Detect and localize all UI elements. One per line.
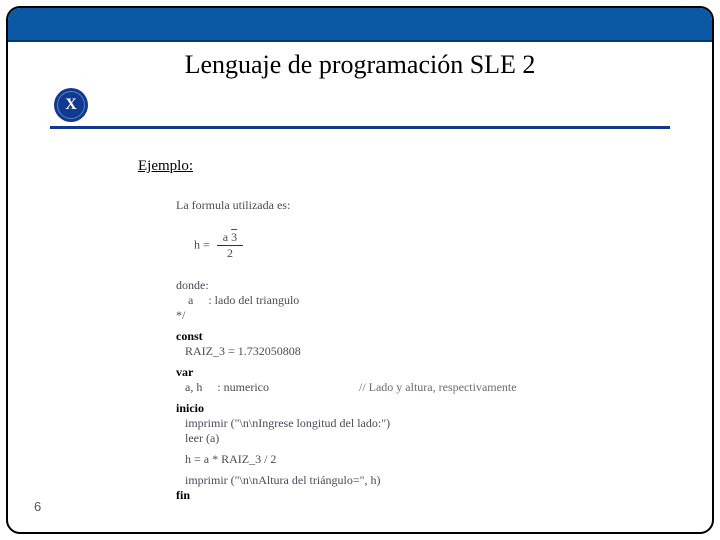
stmt-leer: leer (a) xyxy=(176,431,636,446)
comment-where: donde: xyxy=(176,278,636,293)
var-decl-comment: // Lado y altura, respectivamente xyxy=(359,380,517,394)
page-number: 6 xyxy=(34,499,41,514)
slide-frame: Lenguaje de programación SLE 2 X Ejemplo… xyxy=(6,6,714,534)
logo-letter: X xyxy=(65,96,77,114)
fraction-denominator: 2 xyxy=(217,246,243,261)
comment-a-desc: a : lado del triangulo xyxy=(176,293,636,308)
stmt-imprimir-2: imprimir ("\n\nAltura del triángulo=", h… xyxy=(176,473,636,488)
top-bar xyxy=(8,8,712,42)
const-raiz3: RAIZ_3 = 1.732050808 xyxy=(176,344,636,359)
slide-title: Lenguaje de programación SLE 2 xyxy=(8,50,712,80)
frac-root: 3 xyxy=(231,230,237,244)
example-label: Ejemplo: xyxy=(138,158,193,175)
fraction-numerator: a 3 xyxy=(217,230,243,246)
kw-const: const xyxy=(176,329,203,343)
formula-lhs: h = xyxy=(194,237,213,251)
stmt-calc: h = a * RAIZ_3 / 2 xyxy=(176,452,636,467)
comment-line-1: La formula utilizada es: xyxy=(176,198,636,213)
example-label-text: Ejemplo: xyxy=(138,158,193,174)
fraction: a 32 xyxy=(217,230,243,261)
frac-a: a xyxy=(223,230,228,244)
var-decl: a, h : numerico // Lado y altura, respect… xyxy=(176,380,636,395)
kw-fin: fin xyxy=(176,488,190,502)
formula-line: h = a 32 xyxy=(176,213,636,278)
title-underline xyxy=(50,126,670,129)
code-block: La formula utilizada es: h = a 32 donde:… xyxy=(176,198,636,503)
var-decl-left: a, h : numerico xyxy=(176,380,269,394)
comment-close: */ xyxy=(176,308,636,323)
kw-inicio: inicio xyxy=(176,401,204,415)
university-logo: X xyxy=(54,88,88,122)
stmt-imprimir-1: imprimir ("\n\nIngrese longitud del lado… xyxy=(176,416,636,431)
kw-var: var xyxy=(176,365,193,379)
